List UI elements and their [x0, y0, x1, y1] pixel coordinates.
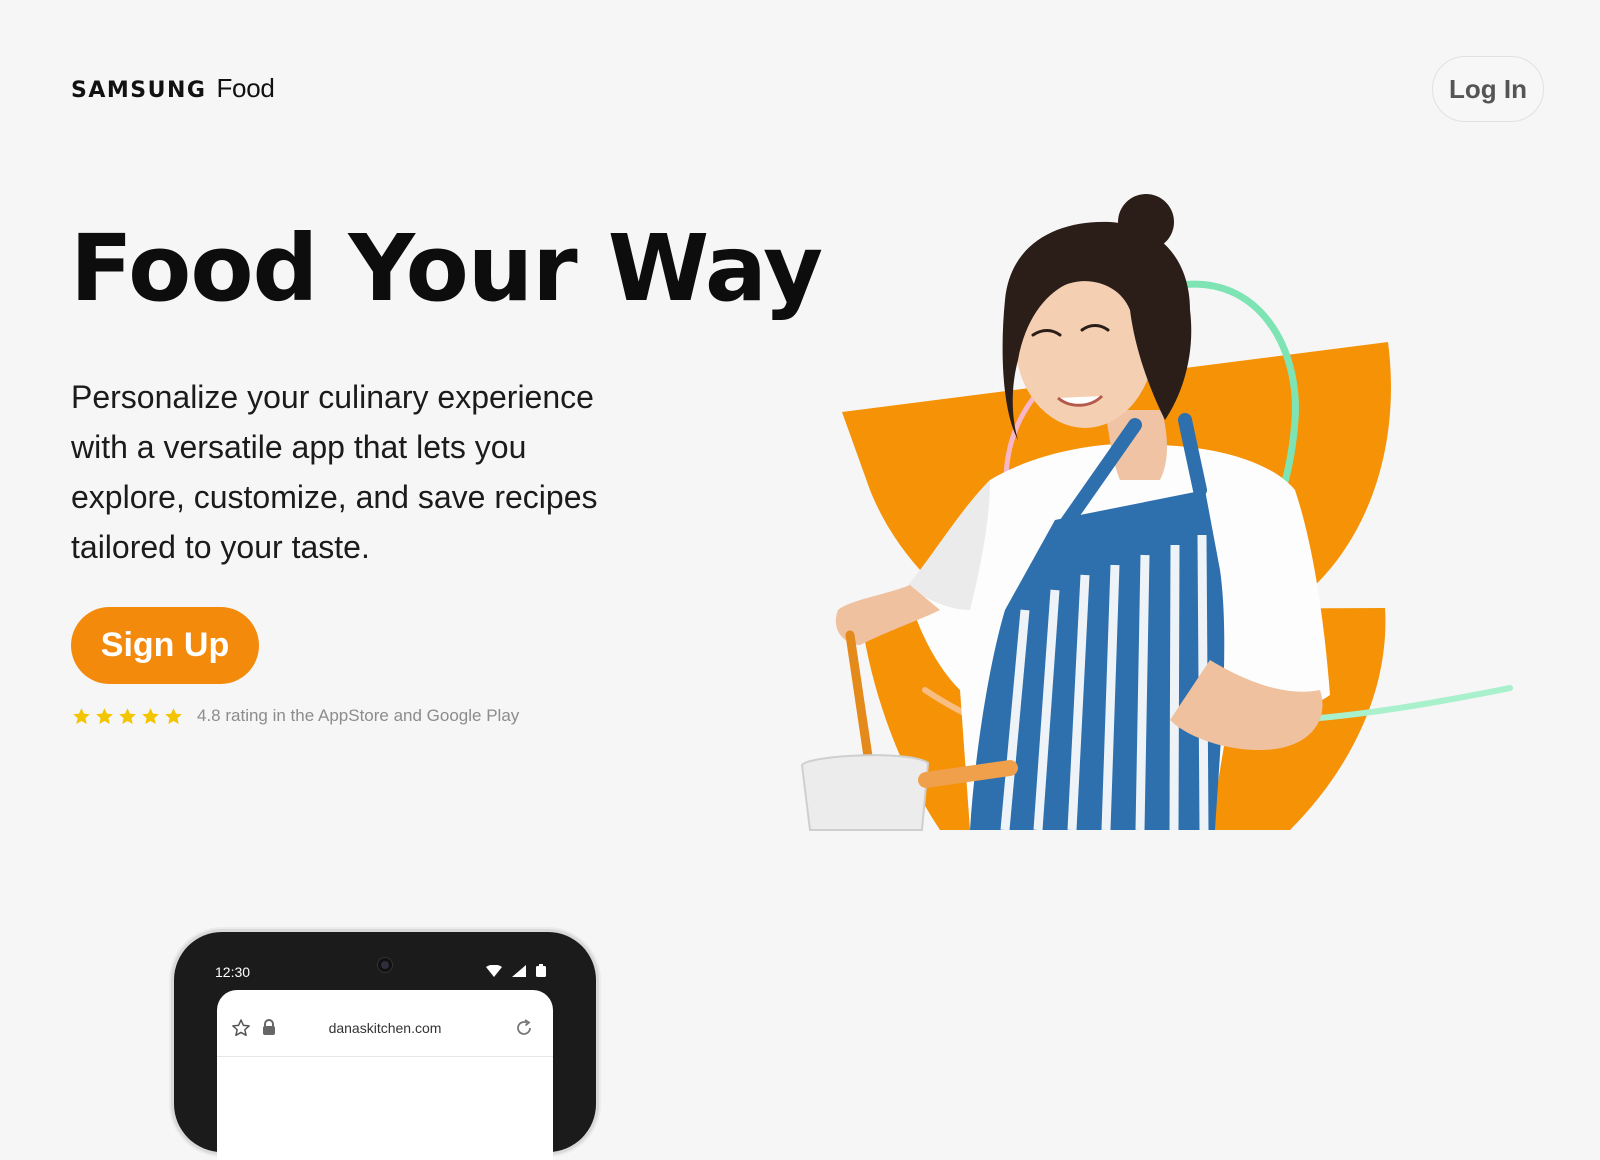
hero-title: Food Your Way: [70, 215, 823, 322]
hero-description: Personalize your culinary experience wit…: [71, 379, 598, 565]
hair-bun: [1118, 194, 1174, 250]
star-icon: [96, 707, 113, 724]
star-icon: [165, 707, 182, 724]
signup-button[interactable]: Sign Up: [71, 607, 259, 684]
rating-row: 4.8 rating in the AppStore and Google Pl…: [72, 706, 519, 726]
star-icon: [119, 707, 136, 724]
rating-text: 4.8 rating in the AppStore and Google Pl…: [197, 706, 520, 725]
samsung-food-logo[interactable]: SAMSUNG Food: [71, 73, 275, 104]
reload-icon[interactable]: [514, 1018, 534, 1038]
hero-illustration: [800, 194, 1513, 831]
browser-url-text[interactable]: danaskitchen.com: [217, 1020, 553, 1036]
login-button[interactable]: Log In: [1432, 56, 1544, 122]
logo-product-text: Food: [216, 73, 275, 103]
camera-icon: [378, 958, 392, 972]
wifi-icon: [486, 964, 502, 977]
star-icon: [73, 707, 90, 724]
phone-time: 12:30: [215, 964, 251, 980]
logo-brand-text: SAMSUNG: [71, 78, 207, 103]
wooden-spoon: [845, 630, 875, 775]
signal-icon: [512, 964, 526, 977]
landing-page: SAMSUNG Food Log In Food Your Way Person…: [0, 0, 1600, 1160]
phone-screen: danaskitchen.com: [217, 990, 553, 1160]
star-icon: [142, 707, 159, 724]
rating-stars: [72, 707, 183, 726]
browser-url-bar[interactable]: danaskitchen.com: [217, 990, 553, 1057]
phone-status-bar: [486, 964, 546, 977]
phone-mockup: 12:30 danaskitchen.com: [174, 932, 596, 1160]
battery-icon: [536, 964, 546, 977]
pot: [800, 754, 930, 831]
